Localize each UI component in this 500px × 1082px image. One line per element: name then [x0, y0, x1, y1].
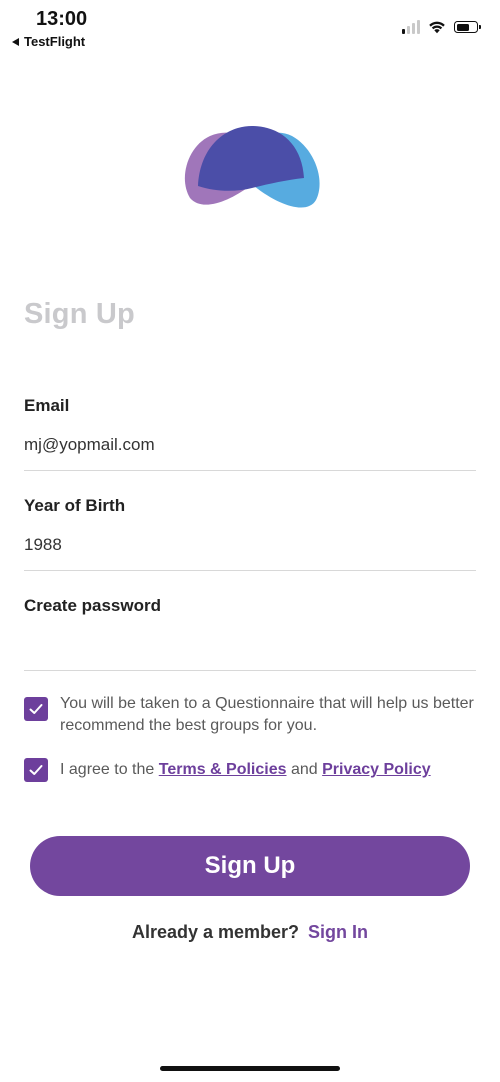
privacy-policy-link[interactable]: Privacy Policy	[322, 761, 431, 778]
terms-consent-row: I agree to the Terms & Policies and Priv…	[24, 758, 476, 782]
terms-policies-link[interactable]: Terms & Policies	[159, 761, 287, 778]
page-title: Sign Up	[24, 298, 135, 330]
status-bar: 13:00 TestFlight	[0, 0, 500, 60]
email-field-group: Email	[24, 396, 476, 471]
password-label: Create password	[24, 596, 161, 615]
back-to-testflight[interactable]: TestFlight	[12, 34, 85, 49]
cellular-signal-icon	[402, 20, 420, 34]
questionnaire-checkbox[interactable]	[24, 697, 48, 721]
home-indicator[interactable]	[160, 1066, 340, 1071]
email-label: Email	[24, 396, 70, 415]
brand-logo-icon	[184, 126, 320, 208]
email-input[interactable]	[24, 432, 476, 458]
questionnaire-text: You will be taken to a Questionnaire tha…	[60, 695, 474, 734]
checkmark-icon	[29, 704, 43, 714]
terms-conjunction: and	[290, 761, 318, 778]
sign-in-prompt: Already a member? Sign In	[0, 922, 500, 943]
checkmark-icon	[29, 765, 43, 775]
questionnaire-consent-row: You will be taken to a Questionnaire tha…	[24, 693, 476, 737]
status-icons	[402, 20, 481, 34]
year-of-birth-field-group: Year of Birth	[24, 496, 476, 571]
terms-prefix: I agree to the	[60, 761, 155, 778]
already-member-text: Already a member?	[131, 922, 300, 942]
battery-icon	[454, 21, 481, 33]
back-label: TestFlight	[24, 34, 86, 49]
back-arrow-icon	[12, 37, 19, 46]
sign-up-button[interactable]: Sign Up	[30, 836, 470, 896]
year-of-birth-input[interactable]	[24, 532, 476, 558]
sign-in-link[interactable]: Sign In	[308, 922, 368, 942]
status-time: 13:00	[36, 8, 88, 30]
password-input[interactable]	[24, 632, 476, 658]
year-of-birth-label: Year of Birth	[24, 496, 126, 515]
terms-text: I agree to the Terms & Policies and Priv…	[60, 759, 431, 781]
wifi-icon	[429, 21, 445, 34]
terms-checkbox[interactable]	[24, 758, 48, 782]
password-field-group: Create password	[24, 596, 476, 671]
